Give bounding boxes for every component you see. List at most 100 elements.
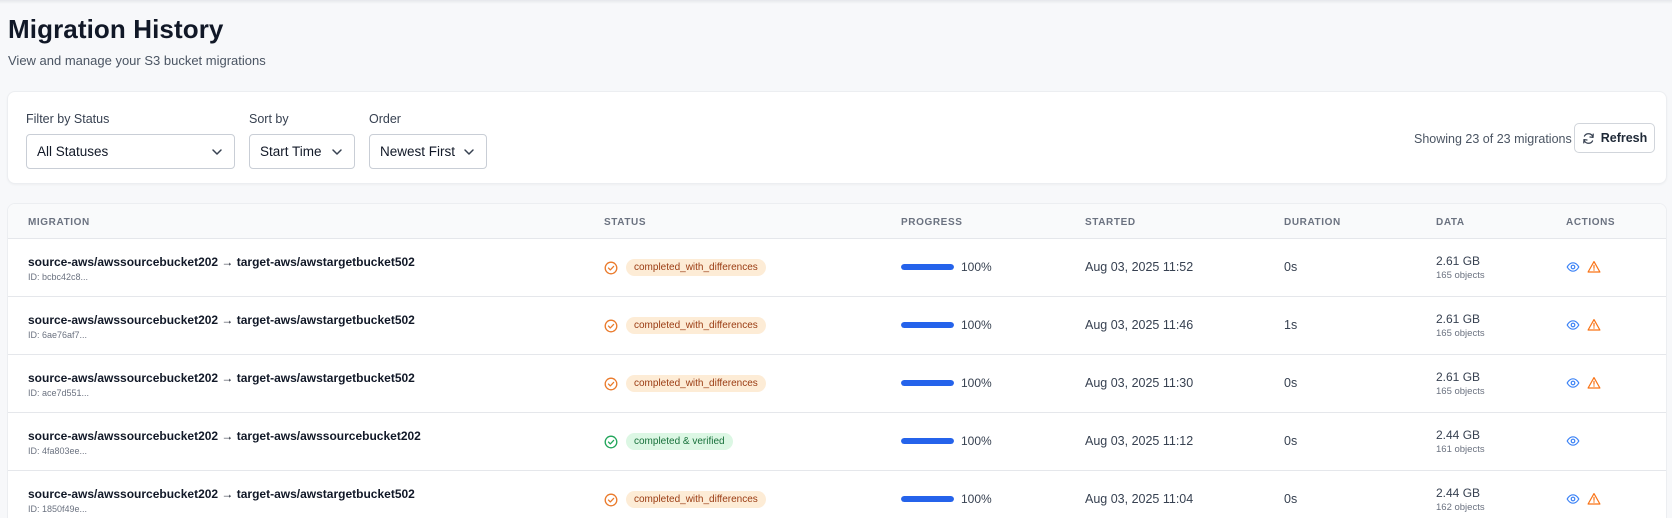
top-shadow bbox=[0, 0, 1672, 4]
migration-name: source-aws/awssourcebucket202 → target-a… bbox=[28, 429, 421, 443]
column-header-duration: DURATION bbox=[1284, 217, 1341, 228]
check-circle-icon bbox=[604, 435, 618, 449]
data-size: 2.44 GB bbox=[1436, 428, 1481, 442]
actions-cell bbox=[1566, 492, 1601, 506]
view-differences-button[interactable] bbox=[1587, 318, 1601, 332]
sort-select[interactable]: Start Time bbox=[249, 134, 355, 169]
migration-cell: source-aws/awssourcebucket202 → target-a… bbox=[28, 371, 415, 398]
migrations-table: MIGRATION STATUS PROGRESS STARTED DURATI… bbox=[7, 203, 1667, 518]
table-row[interactable]: source-aws/awssourcebucket202 → target-a… bbox=[8, 413, 1666, 471]
started-time: Aug 03, 2025 11:12 bbox=[1085, 434, 1194, 448]
table-row[interactable]: source-aws/awssourcebucket202 → target-a… bbox=[8, 239, 1666, 297]
progress-bar-fill bbox=[901, 438, 954, 444]
column-header-status: STATUS bbox=[604, 217, 647, 228]
status-badge: completed_with_differences bbox=[626, 317, 766, 334]
order-select[interactable]: Newest First bbox=[369, 134, 487, 169]
view-details-button[interactable] bbox=[1566, 492, 1580, 506]
status-filter-select[interactable]: All Statuses bbox=[26, 134, 235, 169]
duration: 0s bbox=[1284, 492, 1298, 506]
check-circle-warning-icon bbox=[604, 319, 618, 333]
migration-name: source-aws/awssourcebucket202 → target-a… bbox=[28, 255, 415, 269]
progress-cell: 100% bbox=[901, 260, 992, 274]
chevron-down-icon bbox=[210, 145, 224, 159]
status-filter-value: All Statuses bbox=[37, 144, 109, 159]
view-details-button[interactable] bbox=[1566, 260, 1580, 274]
eye-icon bbox=[1566, 492, 1580, 506]
eye-icon bbox=[1566, 376, 1580, 390]
view-differences-button[interactable] bbox=[1587, 260, 1601, 274]
column-header-data: DATA bbox=[1436, 217, 1465, 228]
view-details-button[interactable] bbox=[1566, 434, 1580, 448]
sort-value: Start Time bbox=[260, 144, 322, 159]
migration-id: ID: ace7d551... bbox=[28, 388, 90, 398]
progress-percent: 100% bbox=[961, 260, 992, 274]
table-header: MIGRATION STATUS PROGRESS STARTED DURATI… bbox=[8, 204, 1666, 239]
duration: 0s bbox=[1284, 434, 1298, 448]
migration-name: source-aws/awssourcebucket202 → target-a… bbox=[28, 371, 415, 385]
data-size: 2.61 GB bbox=[1436, 312, 1481, 326]
data-size: 2.61 GB bbox=[1436, 370, 1481, 384]
progress-bar bbox=[901, 496, 954, 502]
refresh-button[interactable]: Refresh bbox=[1574, 123, 1655, 153]
status-filter-group: Filter by Status All Statuses bbox=[26, 112, 235, 169]
started-time: Aug 03, 2025 11:30 bbox=[1085, 376, 1194, 390]
data-objects: 161 objects bbox=[1436, 444, 1485, 455]
view-differences-button[interactable] bbox=[1587, 492, 1601, 506]
started-time: Aug 03, 2025 11:04 bbox=[1085, 492, 1194, 506]
migration-cell: source-aws/awssourcebucket202 → target-a… bbox=[28, 429, 421, 456]
status-badge: completed_with_differences bbox=[626, 375, 766, 392]
column-header-actions: ACTIONS bbox=[1566, 217, 1616, 228]
migration-id: ID: bcbc42c8... bbox=[28, 272, 89, 282]
column-header-migration: MIGRATION bbox=[28, 217, 90, 228]
status-badge: completed_with_differences bbox=[626, 259, 766, 276]
warning-icon bbox=[1587, 492, 1601, 506]
progress-cell: 100% bbox=[901, 318, 992, 332]
refresh-icon bbox=[1582, 132, 1595, 145]
check-circle-warning-icon bbox=[604, 261, 618, 275]
actions-cell bbox=[1566, 376, 1601, 390]
progress-bar-fill bbox=[901, 322, 954, 328]
status-cell: completed & verified bbox=[604, 433, 733, 450]
data-objects: 165 objects bbox=[1436, 270, 1485, 281]
actions-cell bbox=[1566, 434, 1580, 448]
order-value: Newest First bbox=[380, 144, 456, 159]
view-details-button[interactable] bbox=[1566, 318, 1580, 332]
progress-cell: 100% bbox=[901, 492, 992, 506]
migration-id: ID: 1850f49e... bbox=[28, 504, 88, 514]
refresh-label: Refresh bbox=[1600, 131, 1648, 145]
progress-bar-fill bbox=[901, 380, 954, 386]
warning-icon bbox=[1587, 376, 1601, 390]
progress-bar bbox=[901, 438, 954, 444]
table-row[interactable]: source-aws/awssourcebucket202 → target-a… bbox=[8, 471, 1666, 518]
order-label: Order bbox=[369, 112, 401, 126]
status-filter-label: Filter by Status bbox=[26, 112, 110, 126]
data-size: 2.44 GB bbox=[1436, 486, 1481, 500]
data-cell: 2.61 GB 165 objects bbox=[1436, 370, 1485, 397]
view-differences-button[interactable] bbox=[1587, 376, 1601, 390]
progress-bar bbox=[901, 322, 954, 328]
page-title: Migration History bbox=[8, 14, 224, 44]
check-circle-warning-icon bbox=[604, 377, 618, 391]
progress-bar-fill bbox=[901, 264, 954, 270]
status-cell: completed_with_differences bbox=[604, 491, 766, 508]
migration-name: source-aws/awssourcebucket202 → target-a… bbox=[28, 313, 415, 327]
data-cell: 2.61 GB 165 objects bbox=[1436, 312, 1485, 339]
started-time: Aug 03, 2025 11:46 bbox=[1085, 318, 1194, 332]
warning-icon bbox=[1587, 318, 1601, 332]
status-cell: completed_with_differences bbox=[604, 317, 766, 334]
status-badge: completed_with_differences bbox=[626, 491, 766, 508]
progress-percent: 100% bbox=[961, 434, 992, 448]
table-row[interactable]: source-aws/awssourcebucket202 → target-a… bbox=[8, 297, 1666, 355]
progress-percent: 100% bbox=[961, 376, 992, 390]
sort-label: Sort by bbox=[249, 112, 289, 126]
progress-percent: 100% bbox=[961, 318, 992, 332]
actions-cell bbox=[1566, 318, 1601, 332]
table-row[interactable]: source-aws/awssourcebucket202 → target-a… bbox=[8, 355, 1666, 413]
sort-group: Sort by Start Time bbox=[249, 112, 355, 169]
order-group: Order Newest First bbox=[369, 112, 487, 169]
view-details-button[interactable] bbox=[1566, 376, 1580, 390]
started-time: Aug 03, 2025 11:52 bbox=[1085, 260, 1194, 274]
data-cell: 2.44 GB 162 objects bbox=[1436, 486, 1485, 513]
duration: 1s bbox=[1284, 318, 1298, 332]
migration-cell: source-aws/awssourcebucket202 → target-a… bbox=[28, 487, 415, 514]
